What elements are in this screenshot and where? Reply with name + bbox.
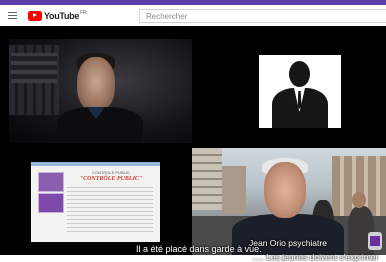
hamburger-menu-icon[interactable]	[8, 12, 17, 20]
youtube-logo[interactable]: YouTube FR	[28, 10, 87, 21]
placeholder-silhouette-image	[259, 55, 341, 128]
website-thumbnail	[38, 193, 64, 213]
silhouette-head	[289, 61, 310, 87]
website-screenshot-tile: CONTROLE PUBLIC "CONTRÔLE PUBLIC"	[31, 162, 160, 242]
website-headline: "CONTRÔLE PUBLIC"	[79, 176, 143, 182]
website-title: CONTROLE PUBLIC	[92, 170, 130, 175]
interviewee-face	[264, 162, 306, 218]
logo-text: YouTube	[44, 10, 80, 21]
video-player[interactable]: CONTROLE PUBLIC "CONTRÔLE PUBLIC" Jean O…	[0, 26, 386, 262]
website-body-text	[67, 186, 153, 232]
search-input[interactable]: Rechercher	[139, 9, 386, 23]
subtitle-main: Il a été placé dans garde à vue.	[136, 244, 262, 254]
video-tile-webcam-man	[9, 39, 192, 143]
website-thumbnail	[38, 172, 64, 192]
search-placeholder: Rechercher	[146, 12, 188, 21]
logo-region: FR	[80, 9, 87, 16]
youtube-play-icon	[28, 10, 42, 21]
youtube-header: YouTube FR Rechercher	[0, 5, 386, 26]
subtitle-secondary: ..... Les jeunes doivent s'exprimer	[252, 252, 379, 262]
